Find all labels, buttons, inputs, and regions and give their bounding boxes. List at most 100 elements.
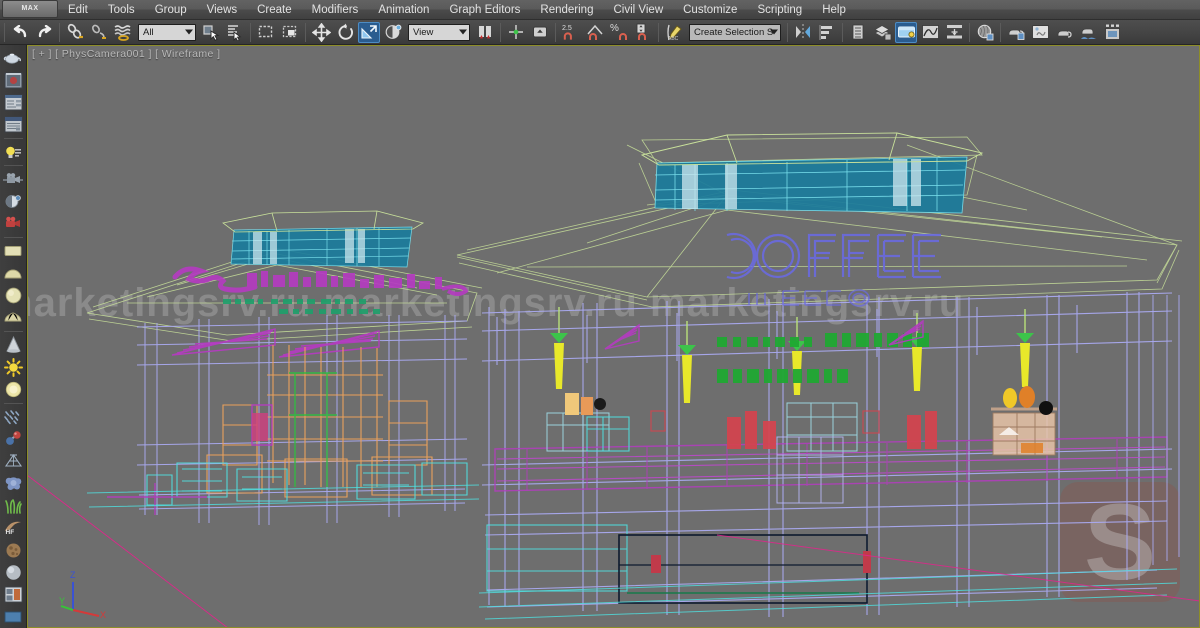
main-toolbar: All View 2.5 % ABC Create Selection S xyxy=(0,20,1200,45)
schematic-view-icon[interactable] xyxy=(943,22,965,43)
dome-primitive-icon[interactable] xyxy=(2,263,25,283)
percent-snap-toggle-icon[interactable]: % xyxy=(608,22,630,43)
physical-camera-icon[interactable] xyxy=(2,191,25,211)
svg-text:2.5: 2.5 xyxy=(562,24,572,32)
toolbar-separator xyxy=(787,22,788,42)
axis-x-label: X xyxy=(100,610,106,620)
app-logo-button[interactable]: MAX xyxy=(2,0,58,18)
axis-z-label: Z xyxy=(70,570,76,580)
select-and-move-icon[interactable] xyxy=(310,22,332,43)
render-elements-panel-icon[interactable] xyxy=(2,115,25,135)
snaps-toggle-icon[interactable]: 2.5 xyxy=(560,22,582,43)
layer-explorer-icon[interactable] xyxy=(847,22,869,43)
material-editor-icon[interactable] xyxy=(974,22,996,43)
rail-separator xyxy=(3,165,23,167)
render-production-icon[interactable] xyxy=(1053,22,1075,43)
foliage-icon[interactable] xyxy=(2,473,25,493)
reference-coordinate-system-dropdown[interactable]: View xyxy=(408,23,470,41)
cloth-helper-icon[interactable] xyxy=(2,451,25,471)
sphere-light-icon[interactable] xyxy=(2,379,25,399)
free-camera-icon[interactable] xyxy=(2,214,25,234)
render-in-cloud-icon[interactable] xyxy=(1077,22,1099,43)
molecule-icon[interactable] xyxy=(2,429,25,449)
sphere-primitive-icon[interactable] xyxy=(2,285,25,305)
displacement-icon[interactable] xyxy=(2,540,25,560)
use-pivot-point-center-icon[interactable] xyxy=(474,22,496,43)
bind-to-space-warp-icon[interactable] xyxy=(112,22,134,43)
service-counter xyxy=(494,436,1168,492)
undo-arrow-icon[interactable] xyxy=(9,22,31,43)
window-crossing-toggle-icon[interactable] xyxy=(279,22,301,43)
rail-separator xyxy=(3,330,23,332)
toolbar-separator xyxy=(59,22,60,42)
rail-separator xyxy=(3,236,23,238)
unlink-selection-icon[interactable] xyxy=(88,22,110,43)
ribbon-toggle-icon[interactable] xyxy=(895,21,917,43)
asset-library-icon[interactable] xyxy=(2,584,25,604)
menu-item-graph-editors[interactable]: Graph Editors xyxy=(439,0,530,20)
menu-item-scripting[interactable]: Scripting xyxy=(747,0,812,20)
select-and-manipulate-icon[interactable] xyxy=(505,22,527,43)
toolbar-separator xyxy=(658,22,659,42)
mirror-icon[interactable] xyxy=(792,22,814,43)
rectangular-selection-region-icon[interactable] xyxy=(255,22,277,43)
panel-extra-icon[interactable] xyxy=(2,607,25,627)
spinner-snap-toggle-icon[interactable] xyxy=(632,22,654,43)
open-asset-tracking-icon[interactable] xyxy=(1101,22,1123,43)
scene-explorer-icon[interactable] xyxy=(871,22,893,43)
menu-item-civil-view[interactable]: Civil View xyxy=(603,0,673,20)
select-and-scale-icon[interactable] xyxy=(358,21,380,43)
omni-light-icon[interactable] xyxy=(2,142,25,162)
menu-item-rendering[interactable]: Rendering xyxy=(530,0,603,20)
curve-editor-icon[interactable] xyxy=(919,22,941,43)
angle-snap-toggle-icon[interactable] xyxy=(584,22,606,43)
menu-item-tools[interactable]: Tools xyxy=(98,0,145,20)
named-selection-set-input[interactable]: Create Selection S xyxy=(689,23,781,41)
selection-filter-dropdown[interactable]: All xyxy=(138,23,196,41)
menu-item-create[interactable]: Create xyxy=(247,0,302,20)
hemisphere-primitive-icon[interactable] xyxy=(2,308,25,328)
camera-target-icon[interactable] xyxy=(2,169,25,189)
menu-item-group[interactable]: Group xyxy=(145,0,197,20)
world-axis-tripod: Z X Y xyxy=(59,570,106,620)
toolbar-separator xyxy=(969,22,970,42)
selection-filter-value: All xyxy=(143,26,154,38)
pendant-lights xyxy=(550,307,1034,403)
menu-item-modifiers[interactable]: Modifiers xyxy=(302,0,369,20)
sun-light-icon[interactable] xyxy=(2,357,25,377)
material-sample-icon[interactable] xyxy=(2,70,25,90)
hair-and-fur-icon[interactable]: HF xyxy=(2,518,25,538)
select-and-link-icon[interactable] xyxy=(64,22,86,43)
rain-particle-icon[interactable] xyxy=(2,407,25,427)
select-by-name-icon[interactable] xyxy=(224,22,246,43)
viewport-physcamera001[interactable]: [ + ] [ PhysCamera001 ] [ Wireframe ] ma… xyxy=(27,45,1200,628)
align-icon[interactable] xyxy=(816,22,838,43)
edit-named-selection-sets-icon[interactable]: ABC xyxy=(663,22,685,43)
plane-primitive-icon[interactable] xyxy=(2,241,25,261)
select-and-place-icon[interactable] xyxy=(382,22,404,43)
sphere-shaded-icon[interactable] xyxy=(2,562,25,582)
svg-text:HF: HF xyxy=(6,529,15,536)
menu-item-views[interactable]: Views xyxy=(197,0,247,20)
render-settings-panel-icon[interactable] xyxy=(2,92,25,112)
menu-item-customize[interactable]: Customize xyxy=(673,0,747,20)
toolbar-separator xyxy=(305,22,306,42)
viewport-label[interactable]: [ + ] [ PhysCamera001 ] [ Wireframe ] xyxy=(32,48,220,60)
toolbar-separator xyxy=(842,22,843,42)
select-and-rotate-icon[interactable] xyxy=(334,22,356,43)
select-object-icon[interactable] xyxy=(200,22,222,43)
toolbar-separator xyxy=(250,22,251,42)
redo-arrow-icon[interactable] xyxy=(33,22,55,43)
teapot-object-icon[interactable] xyxy=(2,48,25,68)
menu-item-help[interactable]: Help xyxy=(812,0,856,20)
render-setup-icon[interactable] xyxy=(1005,22,1027,43)
display-case xyxy=(618,534,871,604)
grass-icon[interactable] xyxy=(2,495,25,515)
chevron-down-icon xyxy=(770,29,778,35)
menu-item-edit[interactable]: Edit xyxy=(58,0,98,20)
menu-item-animation[interactable]: Animation xyxy=(368,0,439,20)
cone-primitive-icon[interactable] xyxy=(2,335,25,355)
axis-y-label: Y xyxy=(59,596,65,606)
rendered-frame-window-icon[interactable] xyxy=(1029,22,1051,43)
keyboard-shortcut-override-icon[interactable] xyxy=(529,22,551,43)
